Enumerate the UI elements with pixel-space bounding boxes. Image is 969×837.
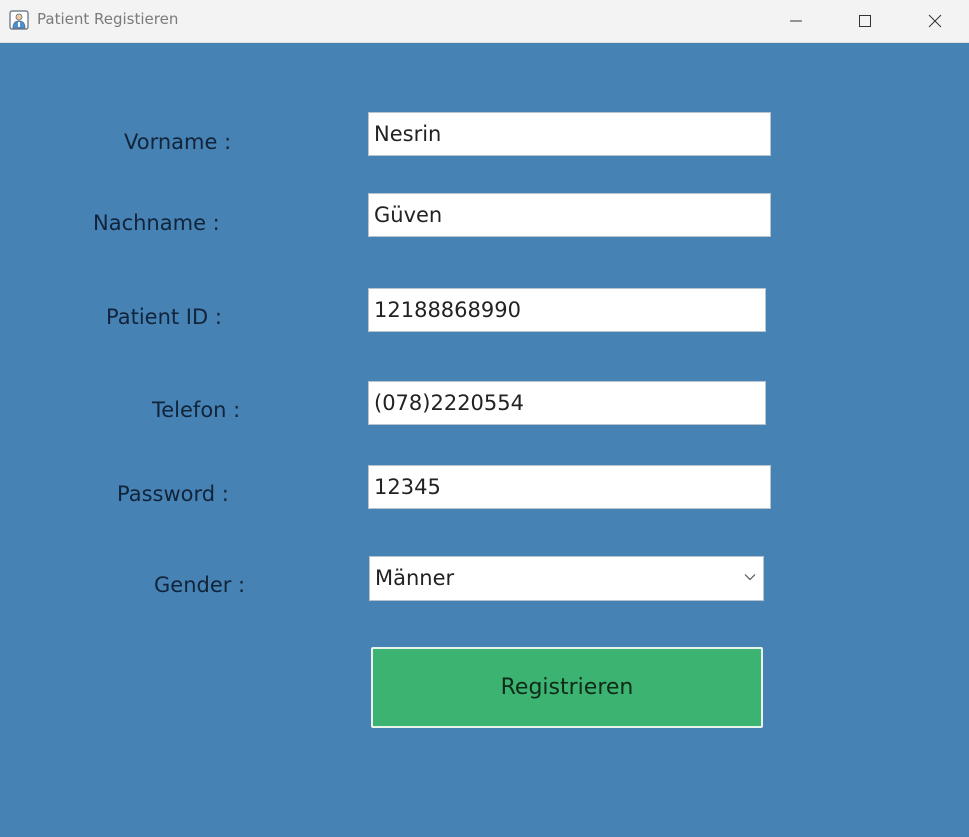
register-button[interactable]: Registrieren [371,647,763,728]
minimize-button[interactable] [761,0,831,42]
maximize-button[interactable] [830,0,900,42]
title-bar[interactable]: Patient Registieren [0,0,969,43]
vorname-label: Vorname : [124,130,232,154]
patient-id-label: Patient ID : [106,305,222,329]
close-icon [928,14,942,28]
gender-selected-value: Männer [375,566,455,590]
close-button[interactable] [900,0,969,42]
chevron-down-icon[interactable] [744,573,756,581]
window-title: Patient Registieren [37,10,179,28]
vorname-input[interactable]: Nesrin [368,112,771,156]
minimize-icon [790,20,802,22]
register-button-label: Registrieren [500,675,634,700]
registration-form: Vorname : Nesrin Nachname : Güven Patien… [0,43,969,837]
nachname-label: Nachname : [93,211,220,235]
telefon-input[interactable]: (078)2220554 [368,381,766,425]
nachname-input[interactable]: Güven [368,193,771,237]
telefon-label: Telefon : [152,398,241,422]
password-label: Password : [117,482,229,506]
password-input[interactable]: 12345 [368,465,771,509]
gender-label: Gender : [154,573,246,597]
patient-id-input[interactable]: 12188868990 [368,288,766,332]
maximize-icon [859,15,871,27]
doctor-app-icon [9,10,29,30]
gender-select[interactable]: Männer [369,556,764,601]
